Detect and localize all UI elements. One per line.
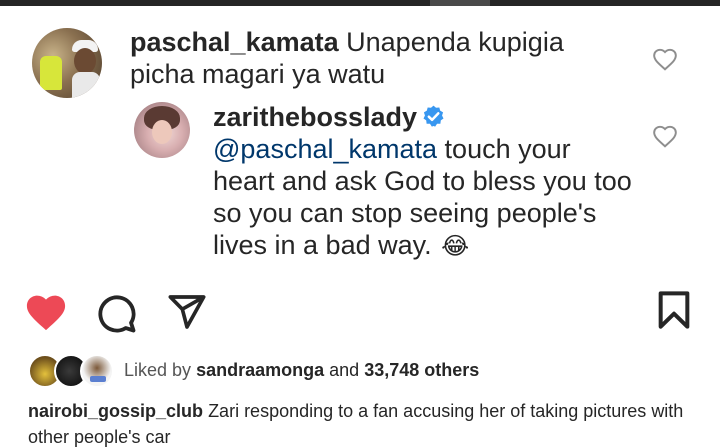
comment-username[interactable]: zarithebosslady	[213, 102, 417, 132]
verified-badge-icon	[423, 105, 444, 127]
caption-username[interactable]: nairobi_gossip_club	[28, 401, 203, 421]
likes-user[interactable]: sandraamonga	[196, 360, 324, 380]
heart-filled-icon[interactable]	[24, 292, 68, 332]
likes-conjunction: and	[329, 360, 360, 380]
likes-prefix: Liked by	[124, 360, 192, 380]
comment-username[interactable]: paschal_kamata	[130, 27, 339, 57]
likes-summary[interactable]: Liked by sandraamonga and 33,748 others	[124, 360, 479, 381]
post-caption: nairobi_gossip_club Zari responding to a…	[28, 398, 718, 448]
likes-row: Liked by sandraamonga and 33,748 others	[28, 352, 708, 390]
laughing-emoji: 😂	[441, 233, 470, 260]
zari-avatar[interactable]	[134, 102, 190, 158]
heart-outline-icon[interactable]	[652, 124, 678, 148]
top-image-strip	[0, 0, 720, 6]
comment-bubble-icon[interactable]	[95, 292, 137, 334]
paschal-avatar[interactable]	[32, 28, 102, 98]
comment-paschal: paschal_kamata Unapenda kupigia picha ma…	[130, 26, 630, 90]
mention-link[interactable]: @paschal_kamata	[213, 134, 437, 164]
comment-zari: zarithebosslady @paschal_kamata touch yo…	[213, 101, 633, 263]
paper-plane-icon[interactable]	[166, 292, 208, 332]
heart-outline-icon[interactable]	[652, 47, 678, 71]
liker-avatar[interactable]	[80, 354, 114, 388]
bookmark-icon[interactable]	[657, 290, 691, 330]
likes-others[interactable]: 33,748 others	[364, 360, 479, 380]
